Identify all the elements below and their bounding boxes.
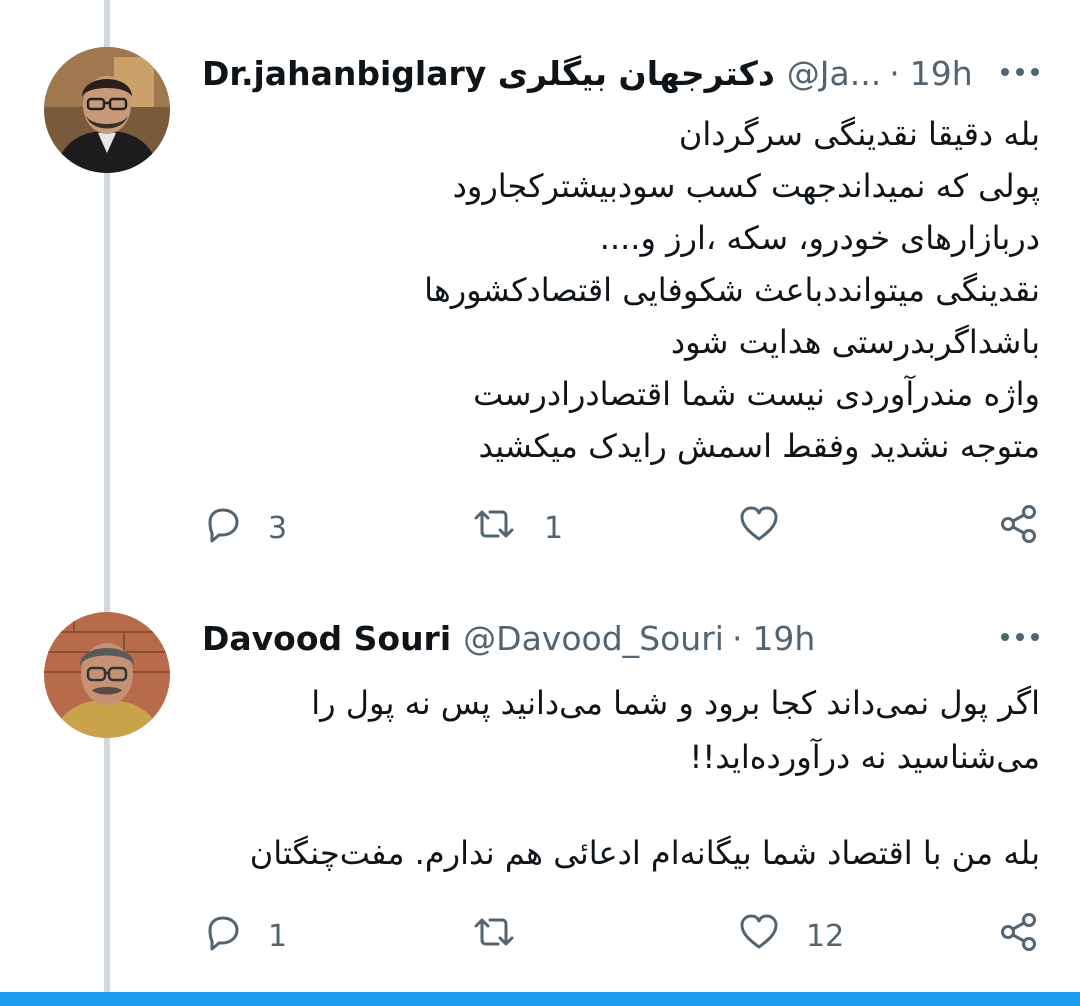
tweet-actions: 1 12	[202, 910, 1040, 962]
reply-bubble-icon	[202, 504, 242, 552]
tweet-text-line: نقدینگی میتوانددباعث شکوفایی اقتصادکشوره…	[424, 271, 1040, 309]
tweet-header: Dr.jahanbiglary دکترجهان بیگلری @Ja... ·…	[202, 48, 1040, 98]
tweet-text: بله دقیقا نقدینگی سرگردان پولی که نمیدان…	[202, 108, 1040, 472]
heart-icon	[738, 912, 780, 960]
more-dots-icon[interactable]	[992, 52, 1040, 92]
retweet-arrows-icon	[470, 504, 518, 552]
reply-button[interactable]: 3	[202, 502, 287, 554]
retweet-count: 1	[544, 510, 564, 546]
tweet-text-line: بله دقیقا نقدینگی سرگردان	[678, 115, 1040, 153]
heart-icon	[738, 504, 780, 552]
avatar[interactable]	[44, 47, 170, 173]
tweet-actions: 3 1	[202, 502, 1040, 554]
reply-bubble-icon	[202, 912, 242, 960]
tweet-text-line: باشداگربدرستی هدایت شود	[670, 323, 1040, 361]
retweet-button[interactable]	[470, 910, 544, 962]
user-handle[interactable]: @Ja...	[787, 54, 881, 93]
separator-dot: ·	[889, 53, 900, 93]
like-count: 12	[806, 918, 845, 954]
tweet-text-line: اگر پول نمی‌داند کجا برود و شما می‌دانید…	[311, 684, 1040, 722]
bottom-accent-bar	[0, 992, 1080, 1006]
share-icon	[998, 503, 1040, 553]
reply-count: 1	[268, 918, 288, 954]
like-button[interactable]	[738, 502, 806, 554]
tweet-header: Davood Souri @Davood_Souri · 19h	[202, 613, 1040, 663]
tweet-text-line: دربازارهای خودرو، سکه ،ارز و....	[599, 219, 1040, 257]
timestamp[interactable]: 19h	[752, 619, 815, 658]
tweet-thread-page: Dr.jahanbiglary دکترجهان بیگلری @Ja... ·…	[0, 0, 1080, 1006]
reply-button[interactable]: 1	[202, 910, 287, 962]
separator-dot: ·	[731, 618, 743, 658]
tweet-text-line: واژه مندرآوردی نیست شما اقتصادرادرست	[473, 375, 1040, 413]
retweet-arrows-icon	[470, 912, 518, 960]
user-handle[interactable]: @Davood_Souri	[463, 619, 724, 658]
tweet-text-line: پولی که نمیداندجهت کسب سودبیشترکجارود	[452, 167, 1040, 205]
tweet[interactable]: Dr.jahanbiglary دکترجهان بیگلری @Ja... ·…	[0, 0, 1080, 580]
share-button[interactable]	[998, 910, 1040, 962]
like-button[interactable]: 12	[738, 910, 844, 962]
retweet-button[interactable]: 1	[470, 502, 563, 554]
tweet-text: اگر پول نمی‌داند کجا برود و شما می‌دانید…	[202, 676, 1040, 880]
share-button[interactable]	[998, 502, 1040, 554]
tweet-text-line: بله من با اقتصاد شما بیگانه‌ام ادعائی هم…	[249, 834, 1040, 872]
timestamp[interactable]: 19h	[910, 54, 973, 93]
display-name[interactable]: Dr.jahanbiglary دکترجهان بیگلری	[202, 54, 775, 93]
more-dots-icon[interactable]	[992, 617, 1040, 657]
reply-count: 3	[268, 510, 288, 546]
tweet-text-line: متوجه نشدید وفقط اسمش رایدک میکشید	[478, 427, 1040, 465]
tweet[interactable]: Davood Souri @Davood_Souri · 19h اگر پول…	[0, 580, 1080, 992]
tweet-text-line: می‌شناسید نه درآورده‌اید!!	[689, 738, 1040, 776]
avatar[interactable]	[44, 612, 170, 738]
share-icon	[998, 911, 1040, 961]
display-name[interactable]: Davood Souri	[202, 619, 451, 658]
